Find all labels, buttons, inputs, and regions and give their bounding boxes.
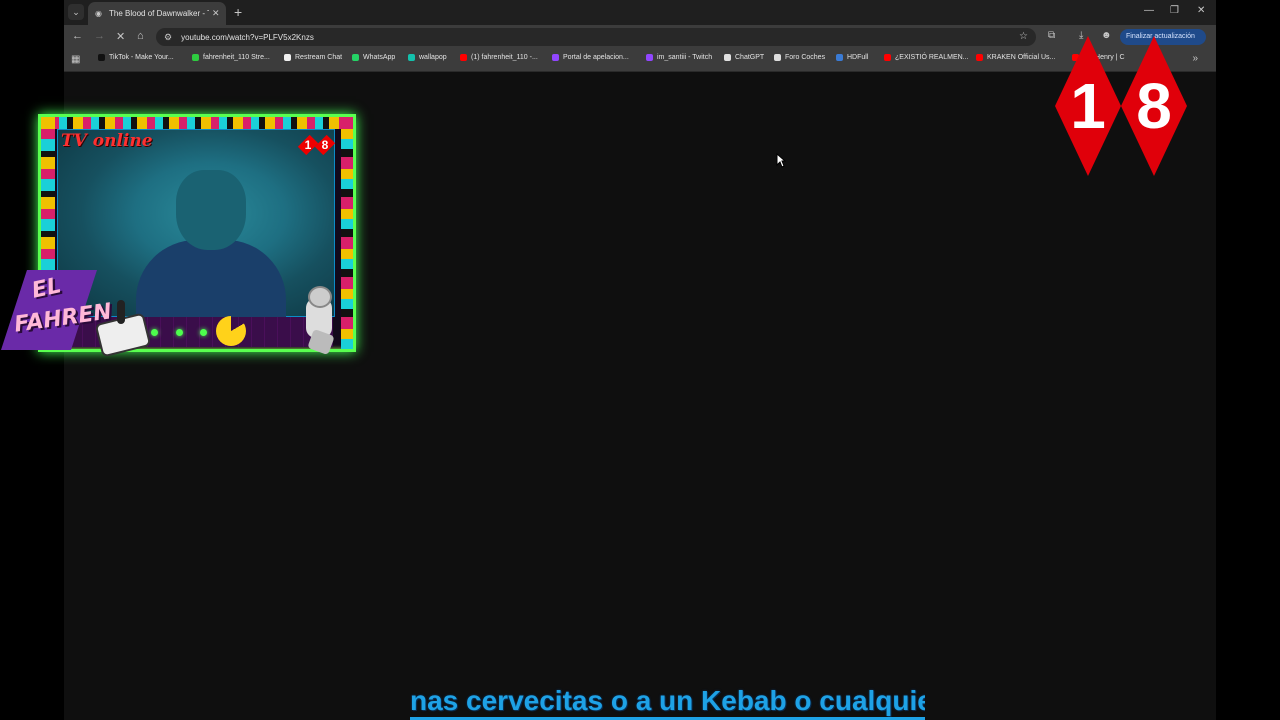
tab-title: The Blood of Dawnwalker - Trái xyxy=(109,9,209,18)
bookmark-label: im_santiii - Twitch xyxy=(657,54,713,61)
pac-dot xyxy=(200,329,207,336)
restore-icon[interactable]: ❐ xyxy=(1170,5,1179,16)
stop-loading-icon[interactable]: ✕ xyxy=(116,30,125,43)
browser-window: ⌄ ◉ The Blood of Dawnwalker - Trái ✕ + —… xyxy=(64,0,1216,720)
bookmark-favicon-icon xyxy=(192,54,199,61)
bookmark-item[interactable]: Foro Coches xyxy=(774,54,825,61)
more-bookmarks-icon[interactable]: » xyxy=(1192,53,1198,64)
back-icon[interactable]: ← xyxy=(72,30,83,42)
close-window-icon[interactable]: ✕ xyxy=(1197,5,1205,16)
bookmark-favicon-icon xyxy=(884,54,891,61)
bookmark-favicon-icon xyxy=(408,54,415,61)
close-tab-icon[interactable]: ✕ xyxy=(212,8,220,19)
bookmark-label: (1) fahrenheit_110 -... xyxy=(471,54,538,61)
forward-icon[interactable]: → xyxy=(94,30,105,42)
mouse-cursor-icon xyxy=(776,153,786,168)
age-rating-badge-1: 1 xyxy=(1055,36,1121,176)
url-text[interactable]: youtube.com/watch?v=PLFV5x2Knzs xyxy=(181,33,314,42)
small-age-badge-1: 1 xyxy=(297,134,319,156)
bookmark-item[interactable]: (1) fahrenheit_110 -... xyxy=(460,54,538,61)
bookmark-favicon-icon xyxy=(836,54,843,61)
bookmark-label: WhatsApp xyxy=(363,54,396,61)
site-info-icon[interactable]: ⚙ xyxy=(164,32,172,43)
bookmark-label: Restream Chat xyxy=(295,54,343,61)
bookmark-favicon-icon xyxy=(724,54,731,61)
audio-icon: ◉ xyxy=(95,9,102,18)
new-tab-icon[interactable]: + xyxy=(234,4,242,20)
bookmark-item[interactable]: Restream Chat xyxy=(284,54,342,61)
age-rating-badge-8: 8 xyxy=(1121,36,1187,176)
bookmark-label: TikTok - Make Your... xyxy=(109,54,174,61)
bookmark-item[interactable]: im_santiii - Twitch xyxy=(646,54,712,61)
tab-active[interactable]: ◉ The Blood of Dawnwalker - Trái ✕ xyxy=(88,2,226,25)
bookmark-label: HDFull xyxy=(847,54,869,61)
bookmark-label: ¿EXISTIÓ REALMEN... xyxy=(895,54,969,61)
bookmark-item[interactable]: ¿EXISTIÓ REALMEN... xyxy=(884,54,969,61)
astronaut-icon xyxy=(298,286,342,356)
bookmark-item[interactable]: HDFull xyxy=(836,54,868,61)
home-icon[interactable]: ⌂ xyxy=(137,30,144,42)
streamer-logo: EL FAHREN xyxy=(1,262,114,356)
toolbar: ← → ✕ ⌂ ⚙ youtube.com/watch?v=PLFV5x2Knz… xyxy=(64,25,1216,49)
bookmark-label: Foro Coches xyxy=(785,54,826,61)
bookmark-star-icon[interactable]: ☆ xyxy=(1019,31,1028,42)
bookmark-item[interactable]: Portal de apelacion... xyxy=(552,54,629,61)
tv-online-logo: TV online xyxy=(61,131,153,151)
bookmark-item[interactable]: wallapop xyxy=(408,54,447,61)
bookmark-item[interactable]: KRAKEN Official Us... xyxy=(976,54,1055,61)
bookmark-item[interactable]: TikTok - Make Your... xyxy=(98,54,174,61)
tab-strip: ⌄ ◉ The Blood of Dawnwalker - Trái ✕ + —… xyxy=(64,0,1216,25)
bookmark-label: KRAKEN Official Us... xyxy=(987,54,1056,61)
apps-grid-icon[interactable]: ▦ xyxy=(71,54,80,65)
pac-dot xyxy=(151,329,158,336)
bookmark-item[interactable]: fahrenheit_110 Stre... xyxy=(192,54,270,61)
bookmark-favicon-icon xyxy=(646,54,653,61)
bookmark-favicon-icon xyxy=(352,54,359,61)
subtitle-caption: nas cervecitas o a un Kebab o cualquier … xyxy=(410,685,925,720)
tab-search-icon[interactable]: ⌄ xyxy=(68,4,84,20)
bookmark-label: ChatGPT xyxy=(735,54,765,61)
address-bar[interactable]: ⚙ youtube.com/watch?v=PLFV5x2Knzs ☆ xyxy=(156,28,1036,46)
bookmark-favicon-icon xyxy=(98,54,105,61)
minimize-icon[interactable]: — xyxy=(1144,5,1154,16)
bookmark-favicon-icon xyxy=(976,54,983,61)
bookmark-label: wallapop xyxy=(419,54,447,61)
pac-dot xyxy=(176,329,183,336)
bookmark-item[interactable]: ChatGPT xyxy=(724,54,764,61)
pacman-icon xyxy=(216,316,246,346)
small-age-badge-8: 8 xyxy=(314,134,336,156)
bookmark-label: Portal de apelacion... xyxy=(563,54,629,61)
bookmark-label: fahrenheit_110 Stre... xyxy=(203,54,270,61)
bookmarks-bar: ▦ » TikTok - Make Your... fahrenheit_110 … xyxy=(64,49,1216,72)
bookmark-item[interactable]: WhatsApp xyxy=(352,54,395,61)
bookmark-favicon-icon xyxy=(774,54,781,61)
bookmark-favicon-icon xyxy=(460,54,467,61)
bookmark-favicon-icon xyxy=(284,54,291,61)
bookmark-favicon-icon xyxy=(552,54,559,61)
